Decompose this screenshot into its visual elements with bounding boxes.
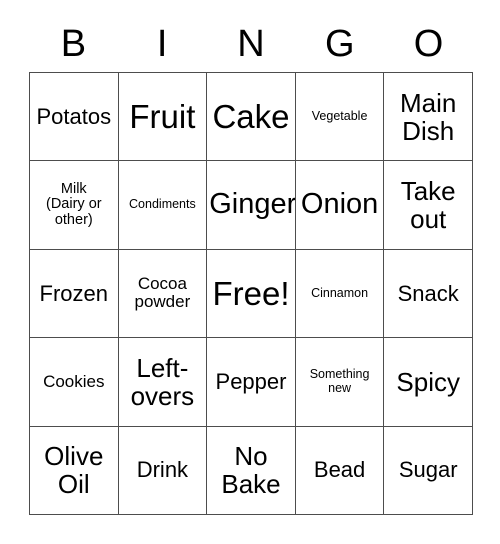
bingo-cell-n5[interactable]: No Bake [207, 426, 296, 515]
bingo-cell-n2[interactable]: Ginger [207, 161, 296, 250]
bingo-cell-i4[interactable]: Left- overs [118, 338, 208, 427]
bingo-cell-label: Milk (Dairy or other) [46, 180, 102, 228]
bingo-cell-label: Frozen [39, 280, 109, 306]
bingo-cell-g5[interactable]: Bead [295, 426, 385, 515]
bingo-cell-n1[interactable]: Cake [207, 73, 296, 162]
bingo-cell-g1[interactable]: Vegetable [295, 73, 385, 162]
bingo-cell-i5[interactable]: Drink [118, 426, 208, 515]
bingo-cell-g4[interactable]: Something new [295, 338, 385, 427]
bingo-cell-label: Free! [212, 274, 290, 312]
bingo-cell-o1[interactable]: Main Dish [384, 73, 473, 162]
bingo-cell-b3[interactable]: Frozen [30, 249, 119, 339]
bingo-cell-b2[interactable]: Milk (Dairy or other) [30, 161, 119, 250]
header-letter-i: I [156, 23, 168, 65]
bingo-cell-label: Drink [136, 457, 189, 483]
bingo-card: B I N G O Potatos Fruit Cake Vegetable M… [0, 0, 500, 544]
bingo-cell-label: Olive Oil [44, 441, 104, 500]
bingo-cell-label: Sugar [398, 457, 458, 483]
bingo-header-row: B I N G O [29, 18, 473, 70]
bingo-cell-label: Cookies [43, 371, 105, 391]
bingo-cell-label: Something new [309, 367, 370, 395]
bingo-cell-i1[interactable]: Fruit [118, 73, 208, 162]
bingo-cell-free-space[interactable]: Free! [207, 249, 296, 339]
bingo-cell-label: Fruit [129, 97, 196, 135]
bingo-cell-b1[interactable]: Potatos [30, 73, 119, 162]
bingo-cell-label: Condiments [129, 197, 196, 212]
bingo-cell-b4[interactable]: Cookies [30, 338, 119, 427]
bingo-cell-label: Vegetable [311, 108, 368, 123]
bingo-cell-label: Spicy [396, 366, 460, 397]
bingo-cell-label: Pepper [215, 369, 287, 395]
bingo-cell-b5[interactable]: Olive Oil [30, 426, 119, 515]
bingo-cell-label: Cocoa powder [134, 274, 191, 312]
header-letter-g: G [325, 23, 355, 65]
bingo-cell-label: No Bake [221, 441, 281, 500]
bingo-cell-n4[interactable]: Pepper [207, 338, 296, 427]
bingo-cell-g3[interactable]: Cinnamon [295, 249, 385, 339]
bingo-cell-o4[interactable]: Spicy [384, 338, 473, 427]
bingo-cell-g2[interactable]: Onion [295, 161, 385, 250]
header-letter-b: B [60, 23, 87, 65]
bingo-cell-label: Cake [212, 97, 290, 135]
bingo-cell-label: Potatos [36, 103, 112, 129]
bingo-cell-label: Main Dish [400, 87, 457, 146]
bingo-cell-label: Bead [313, 457, 366, 483]
bingo-cell-label: Snack [397, 280, 459, 306]
bingo-cell-i3[interactable]: Cocoa powder [118, 249, 208, 339]
header-letter-o: O [413, 23, 444, 65]
bingo-cell-o5[interactable]: Sugar [384, 426, 473, 515]
bingo-cell-label: Ginger [209, 188, 296, 221]
bingo-cell-i2[interactable]: Condiments [118, 161, 208, 250]
bingo-cell-label: Cinnamon [311, 285, 369, 300]
bingo-cell-label: Take out [400, 176, 456, 235]
bingo-cell-o3[interactable]: Snack [384, 249, 473, 339]
bingo-cell-o2[interactable]: Take out [384, 161, 473, 250]
bingo-cell-label: Onion [300, 188, 379, 221]
header-letter-n: N [237, 23, 265, 65]
bingo-cell-label: Left- overs [130, 352, 195, 411]
bingo-grid: Potatos Fruit Cake Vegetable Main Dish M… [29, 72, 473, 515]
